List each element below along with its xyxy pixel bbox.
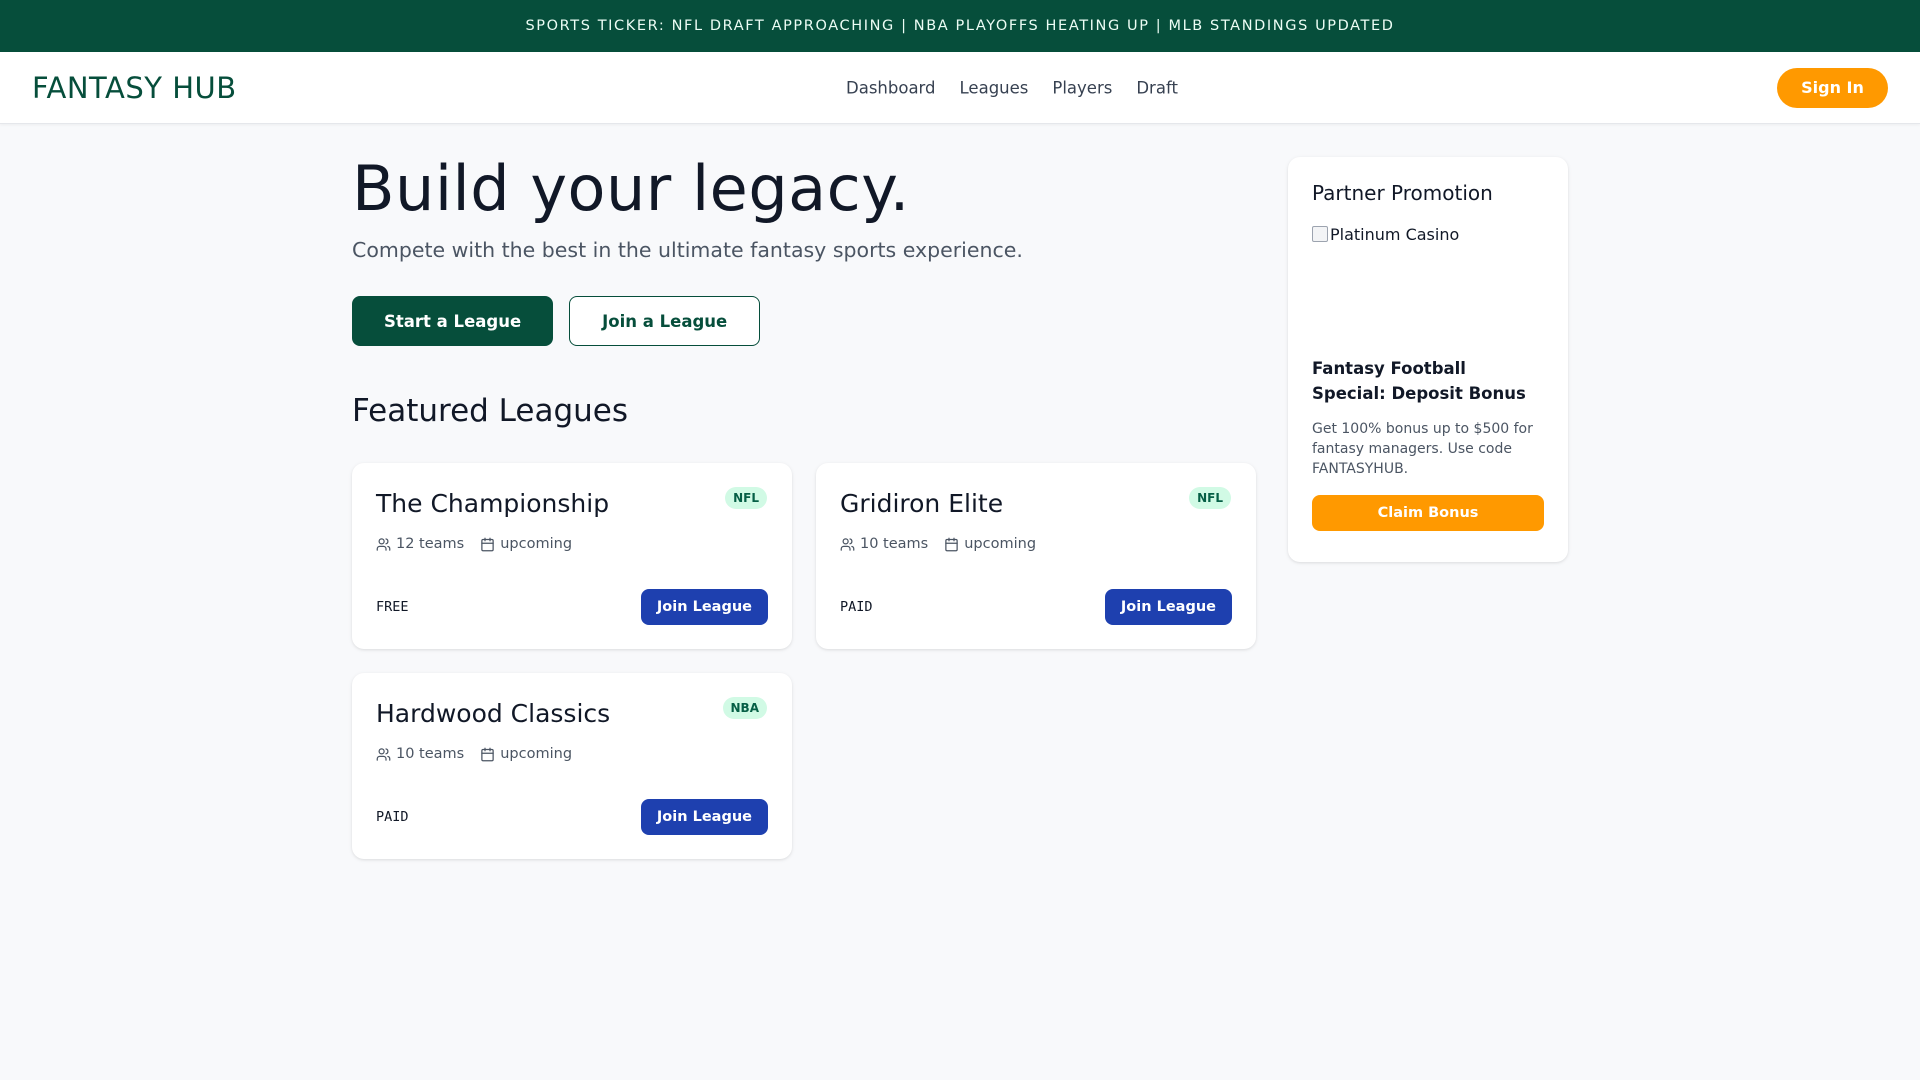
league-name: Hardwood Classics [376, 699, 611, 729]
team-count-text: 12 teams [396, 536, 465, 553]
league-meta: 12 teams upcoming [376, 536, 768, 552]
nav-link-leagues[interactable]: Leagues [960, 78, 1029, 97]
team-count-text: 10 teams [860, 536, 929, 553]
top-navbar: FANTASY HUB Dashboard Leagues Players Dr… [0, 52, 1920, 124]
nav-links: Dashboard Leagues Players Draft [846, 78, 1178, 97]
league-status: upcoming [944, 536, 1036, 552]
sport-badge: NFL [1189, 487, 1231, 510]
calendar-icon [481, 747, 494, 762]
league-meta: 10 teams upcoming [840, 536, 1232, 552]
entry-price: PAID [840, 599, 873, 616]
join-league-button[interactable]: Join League [640, 589, 768, 626]
league-grid: The Championship NFL 12 teams upcoming F… [352, 463, 1256, 860]
sport-badge: NBA [722, 697, 767, 720]
calendar-icon [481, 537, 494, 552]
main-content: Build your legacy. Compete with the best… [352, 124, 1256, 860]
entry-price: PAID [376, 809, 409, 826]
promo-title: Partner Promotion [1312, 181, 1493, 205]
card-footer: PAID Join League [376, 799, 768, 836]
league-meta: 10 teams upcoming [376, 746, 768, 762]
team-count: 10 teams [840, 536, 928, 552]
start-league-button[interactable]: Start a League [352, 296, 554, 347]
calendar-icon [945, 537, 958, 552]
league-card: Hardwood Classics NBA 10 teams upcoming … [352, 673, 792, 860]
hero-title: Build your legacy. [352, 152, 910, 225]
nav-link-players[interactable]: Players [1052, 78, 1112, 97]
sport-badge: NFL [725, 487, 767, 510]
league-name: The Championship [376, 489, 610, 519]
users-icon [840, 538, 855, 551]
hero-buttons: Start a League Join a League [352, 296, 1256, 347]
card-footer: PAID Join League [840, 589, 1232, 626]
league-card: The Championship NFL 12 teams upcoming F… [352, 463, 792, 650]
promo-image[interactable]: Platinum Casino [1312, 225, 1544, 353]
league-name: Gridiron Elite [840, 489, 1004, 519]
status-text: upcoming [500, 746, 573, 763]
nav-link-draft[interactable]: Draft [1136, 78, 1178, 97]
sign-in-button[interactable]: Sign In [1777, 67, 1888, 108]
nav-link-dashboard[interactable]: Dashboard [846, 78, 936, 97]
promo-image-alt: Platinum Casino [1330, 225, 1460, 244]
team-count-text: 10 teams [396, 746, 465, 763]
sports-ticker: SPORTS TICKER: NFL DRAFT APPROACHING | N… [0, 0, 1920, 52]
league-card: Gridiron Elite NFL 10 teams upcoming PAI… [816, 463, 1256, 650]
promo-headline: Fantasy Football Special: Deposit Bonus [1312, 359, 1526, 403]
team-count: 10 teams [376, 746, 464, 762]
league-status: upcoming [480, 536, 572, 552]
users-icon [376, 748, 391, 761]
join-league-button[interactable]: Join League [640, 799, 768, 836]
join-league-button[interactable]: Join League [1104, 589, 1232, 626]
broken-image-icon [1312, 226, 1328, 242]
ticker-text: SPORTS TICKER: NFL DRAFT APPROACHING | N… [525, 18, 1395, 34]
status-text: upcoming [500, 536, 573, 553]
claim-bonus-button[interactable]: Claim Bonus [1312, 495, 1544, 532]
status-text: upcoming [964, 536, 1037, 553]
users-icon [376, 538, 391, 551]
hero-subtitle: Compete with the best in the ultimate fa… [352, 238, 1023, 263]
site-logo[interactable]: FANTASY HUB [32, 71, 237, 105]
league-status: upcoming [480, 746, 572, 762]
featured-leagues-title: Featured Leagues [352, 393, 629, 430]
team-count: 12 teams [376, 536, 464, 552]
card-footer: FREE Join League [376, 589, 768, 626]
partner-promotion: Partner Promotion Platinum Casino Fantas… [1288, 157, 1568, 562]
entry-price: FREE [376, 599, 409, 616]
join-a-league-button[interactable]: Join a League [569, 296, 761, 347]
promo-body: Get 100% bonus up to $500 for fantasy ma… [1312, 420, 1533, 478]
